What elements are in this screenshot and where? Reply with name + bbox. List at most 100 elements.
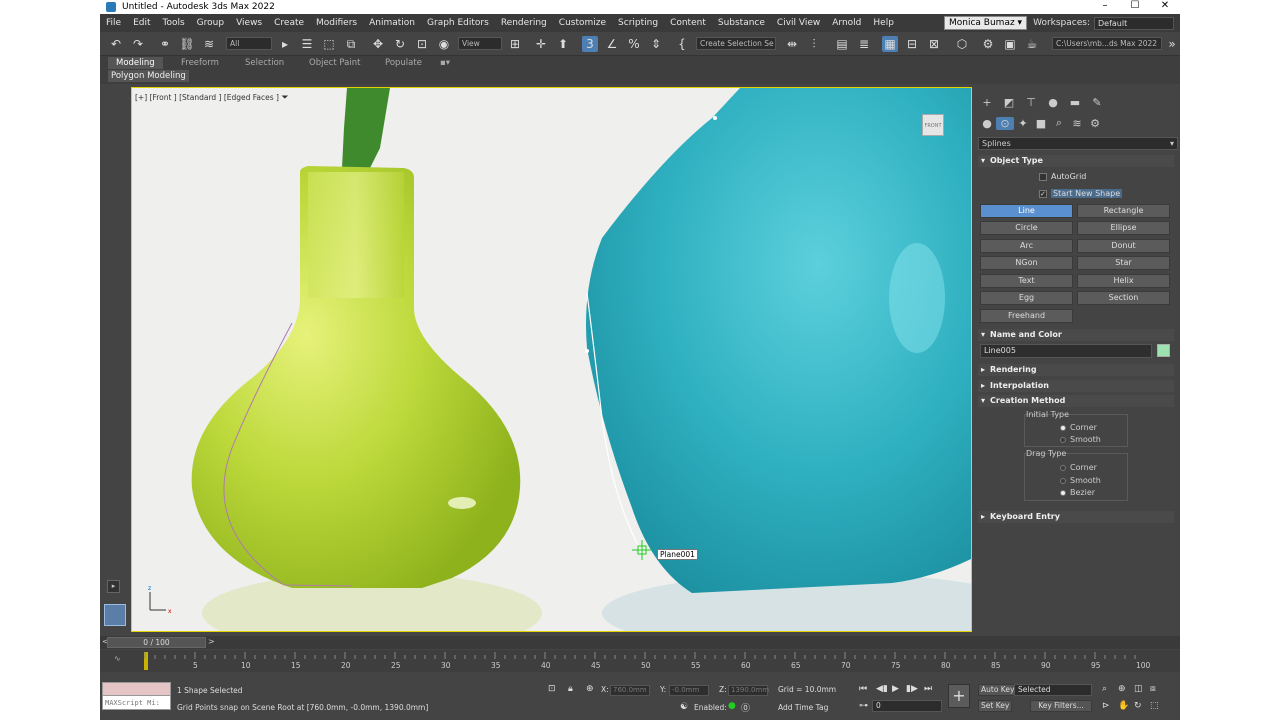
project-folder-dropdown[interactable]: C:\Users\mb...ds Max 2022 <box>1052 37 1162 50</box>
helix-button[interactable]: Helix <box>1077 274 1170 288</box>
menu-file[interactable]: File <box>100 18 127 28</box>
redo-icon[interactable]: ↷ <box>130 36 146 52</box>
text-button[interactable]: Text <box>980 274 1073 288</box>
ribbon-options-icon[interactable]: ▪▾ <box>440 57 450 69</box>
hierarchy-tab-icon[interactable]: ⊤ <box>1022 96 1040 109</box>
minimize-icon[interactable]: – <box>1090 0 1120 14</box>
menu-modifiers[interactable]: Modifiers <box>310 18 363 28</box>
layer-explorer-icon[interactable]: ≣ <box>856 36 872 52</box>
enabled-dot-icon[interactable]: ● <box>728 701 736 711</box>
systems-icon[interactable]: ⚙ <box>1086 117 1104 130</box>
isolate-selection-icon[interactable]: ⊡ <box>548 684 556 694</box>
ngon-button[interactable]: NGon <box>980 256 1073 270</box>
geometry-icon[interactable]: ● <box>978 117 996 130</box>
toolbar-overflow-icon[interactable]: » <box>1164 36 1180 52</box>
render-setup-icon[interactable]: ⚙ <box>980 36 996 52</box>
rendering-rollout[interactable]: Rendering <box>978 364 1174 376</box>
adaptive-degradation-icon[interactable]: ☯ <box>680 702 688 712</box>
key-selection-set-dropdown[interactable]: Selected <box>1014 684 1092 696</box>
menu-edit[interactable]: Edit <box>127 18 156 28</box>
user-account-button[interactable]: Monica Bumaz ▾ <box>944 16 1028 30</box>
space-warps-icon[interactable]: ≋ <box>1068 117 1086 130</box>
reference-coordinate-dropdown[interactable]: View <box>458 37 502 50</box>
field-of-view-icon[interactable]: ⊳ <box>1102 701 1110 711</box>
orbit-icon[interactable]: ↻ <box>1134 701 1142 711</box>
place-icon[interactable]: ◉ <box>436 36 452 52</box>
circle-button[interactable]: Circle <box>980 221 1073 235</box>
rendered-frame-window-icon[interactable]: ▣ <box>1002 36 1018 52</box>
creation-method-rollout[interactable]: Creation Method <box>978 395 1174 407</box>
menu-civil-view[interactable]: Civil View <box>771 18 826 28</box>
viewcube[interactable]: FRONT <box>922 114 944 136</box>
display-tab-icon[interactable]: ▬ <box>1066 96 1084 109</box>
menu-group[interactable]: Group <box>191 18 230 28</box>
x-coord-field[interactable]: 760.0mm <box>610 685 650 696</box>
set-key-plus-icon[interactable]: + <box>948 684 970 708</box>
spline-vertex[interactable] <box>713 116 717 120</box>
auto-key-button[interactable]: Auto Key <box>978 684 1018 696</box>
y-coord-field[interactable]: -0.0mm <box>669 685 709 696</box>
select-object-icon[interactable]: ▸ <box>277 36 293 52</box>
freehand-button[interactable]: Freehand <box>980 309 1073 323</box>
percent-snap-icon[interactable]: % <box>626 36 642 52</box>
bind-space-warp-icon[interactable]: ≋ <box>201 36 217 52</box>
line-button[interactable]: Line <box>980 204 1073 218</box>
ribbon-toggle-icon[interactable]: ▦ <box>882 36 898 52</box>
next-frame-icon[interactable]: ▮▶ <box>906 684 918 694</box>
selection-lock-icon[interactable]: 🔒︎ <box>568 684 573 694</box>
drag-bezier-radio[interactable]: Bezier <box>1060 488 1095 498</box>
modify-tab-icon[interactable]: ◩ <box>1000 96 1018 109</box>
material-editor-icon[interactable]: ⬡ <box>954 36 970 52</box>
render-production-icon[interactable]: ☕ <box>1024 36 1040 52</box>
move-icon[interactable]: ✥ <box>370 36 386 52</box>
ribbon-tab-object-paint[interactable]: Object Paint <box>309 57 360 69</box>
scale-icon[interactable]: ⊡ <box>414 36 430 52</box>
spline-vertex[interactable] <box>585 349 589 353</box>
link-icon[interactable]: ⚭ <box>157 36 173 52</box>
star-button[interactable]: Star <box>1077 256 1170 270</box>
add-time-tag[interactable]: Add Time Tag <box>778 703 828 712</box>
previous-frame-icon[interactable]: ◀▮ <box>876 684 888 694</box>
time-slider-thumb[interactable]: 0 / 100 <box>107 637 206 648</box>
menu-graph-editors[interactable]: Graph Editors <box>421 18 495 28</box>
menu-tools[interactable]: Tools <box>157 18 191 28</box>
play-icon[interactable]: ▶ <box>892 684 899 694</box>
section-button[interactable]: Section <box>1077 291 1170 305</box>
mirror-icon[interactable]: ⇹ <box>784 36 800 52</box>
schematic-view-icon[interactable]: ⊠ <box>926 36 942 52</box>
initial-corner-radio[interactable]: Corner <box>1060 423 1097 433</box>
window-crossing-icon[interactable]: ⧉ <box>343 36 359 52</box>
interpolation-rollout[interactable]: Interpolation <box>978 380 1174 392</box>
drag-smooth-radio[interactable]: Smooth <box>1060 476 1101 486</box>
named-selection-set-dropdown[interactable]: Create Selection Se <box>696 37 776 50</box>
menu-animation[interactable]: Animation <box>363 18 421 28</box>
pan-icon[interactable]: ✋ <box>1118 701 1129 711</box>
rotate-icon[interactable]: ↻ <box>392 36 408 52</box>
select-by-name-icon[interactable]: ☰ <box>299 36 315 52</box>
ribbon-tab-modeling[interactable]: Modeling <box>108 57 163 69</box>
create-tab-icon[interactable]: + <box>978 96 996 109</box>
spinner-snap-icon[interactable]: ⇕ <box>648 36 664 52</box>
ribbon-tab-populate[interactable]: Populate <box>385 57 422 69</box>
menu-help[interactable]: Help <box>867 18 900 28</box>
time-next-icon[interactable]: > <box>208 637 215 646</box>
key-filters-button[interactable]: Key Filters... <box>1030 700 1092 712</box>
zoom-extents-icon[interactable]: ◫ <box>1134 684 1143 694</box>
cameras-icon[interactable]: ■ <box>1032 117 1050 130</box>
name-and-color-rollout[interactable]: Name and Color <box>978 329 1174 341</box>
shape-category-dropdown[interactable]: Splines ▾ <box>978 137 1178 150</box>
utilities-tab-icon[interactable]: ✎ <box>1088 96 1106 109</box>
menu-customize[interactable]: Customize <box>553 18 612 28</box>
menu-substance[interactable]: Substance <box>712 18 771 28</box>
menu-content[interactable]: Content <box>664 18 712 28</box>
zoom-all-icon[interactable]: ⊕ <box>1118 684 1126 694</box>
ellipse-button[interactable]: Ellipse <box>1077 221 1170 235</box>
initial-smooth-radio[interactable]: Smooth <box>1060 435 1101 445</box>
scene-explorer-icon[interactable]: ▤ <box>834 36 850 52</box>
menu-views[interactable]: Views <box>230 18 268 28</box>
zoom-icon[interactable]: ⌕ <box>1102 684 1107 694</box>
ribbon-tab-selection[interactable]: Selection <box>245 57 284 69</box>
viewport-label[interactable]: [+] [Front ] [Standard ] [Edged Faces ] … <box>135 93 289 103</box>
keyboard-shortcut-override-icon[interactable]: ⬆ <box>555 36 571 52</box>
close-icon[interactable]: ✕ <box>1150 0 1180 14</box>
